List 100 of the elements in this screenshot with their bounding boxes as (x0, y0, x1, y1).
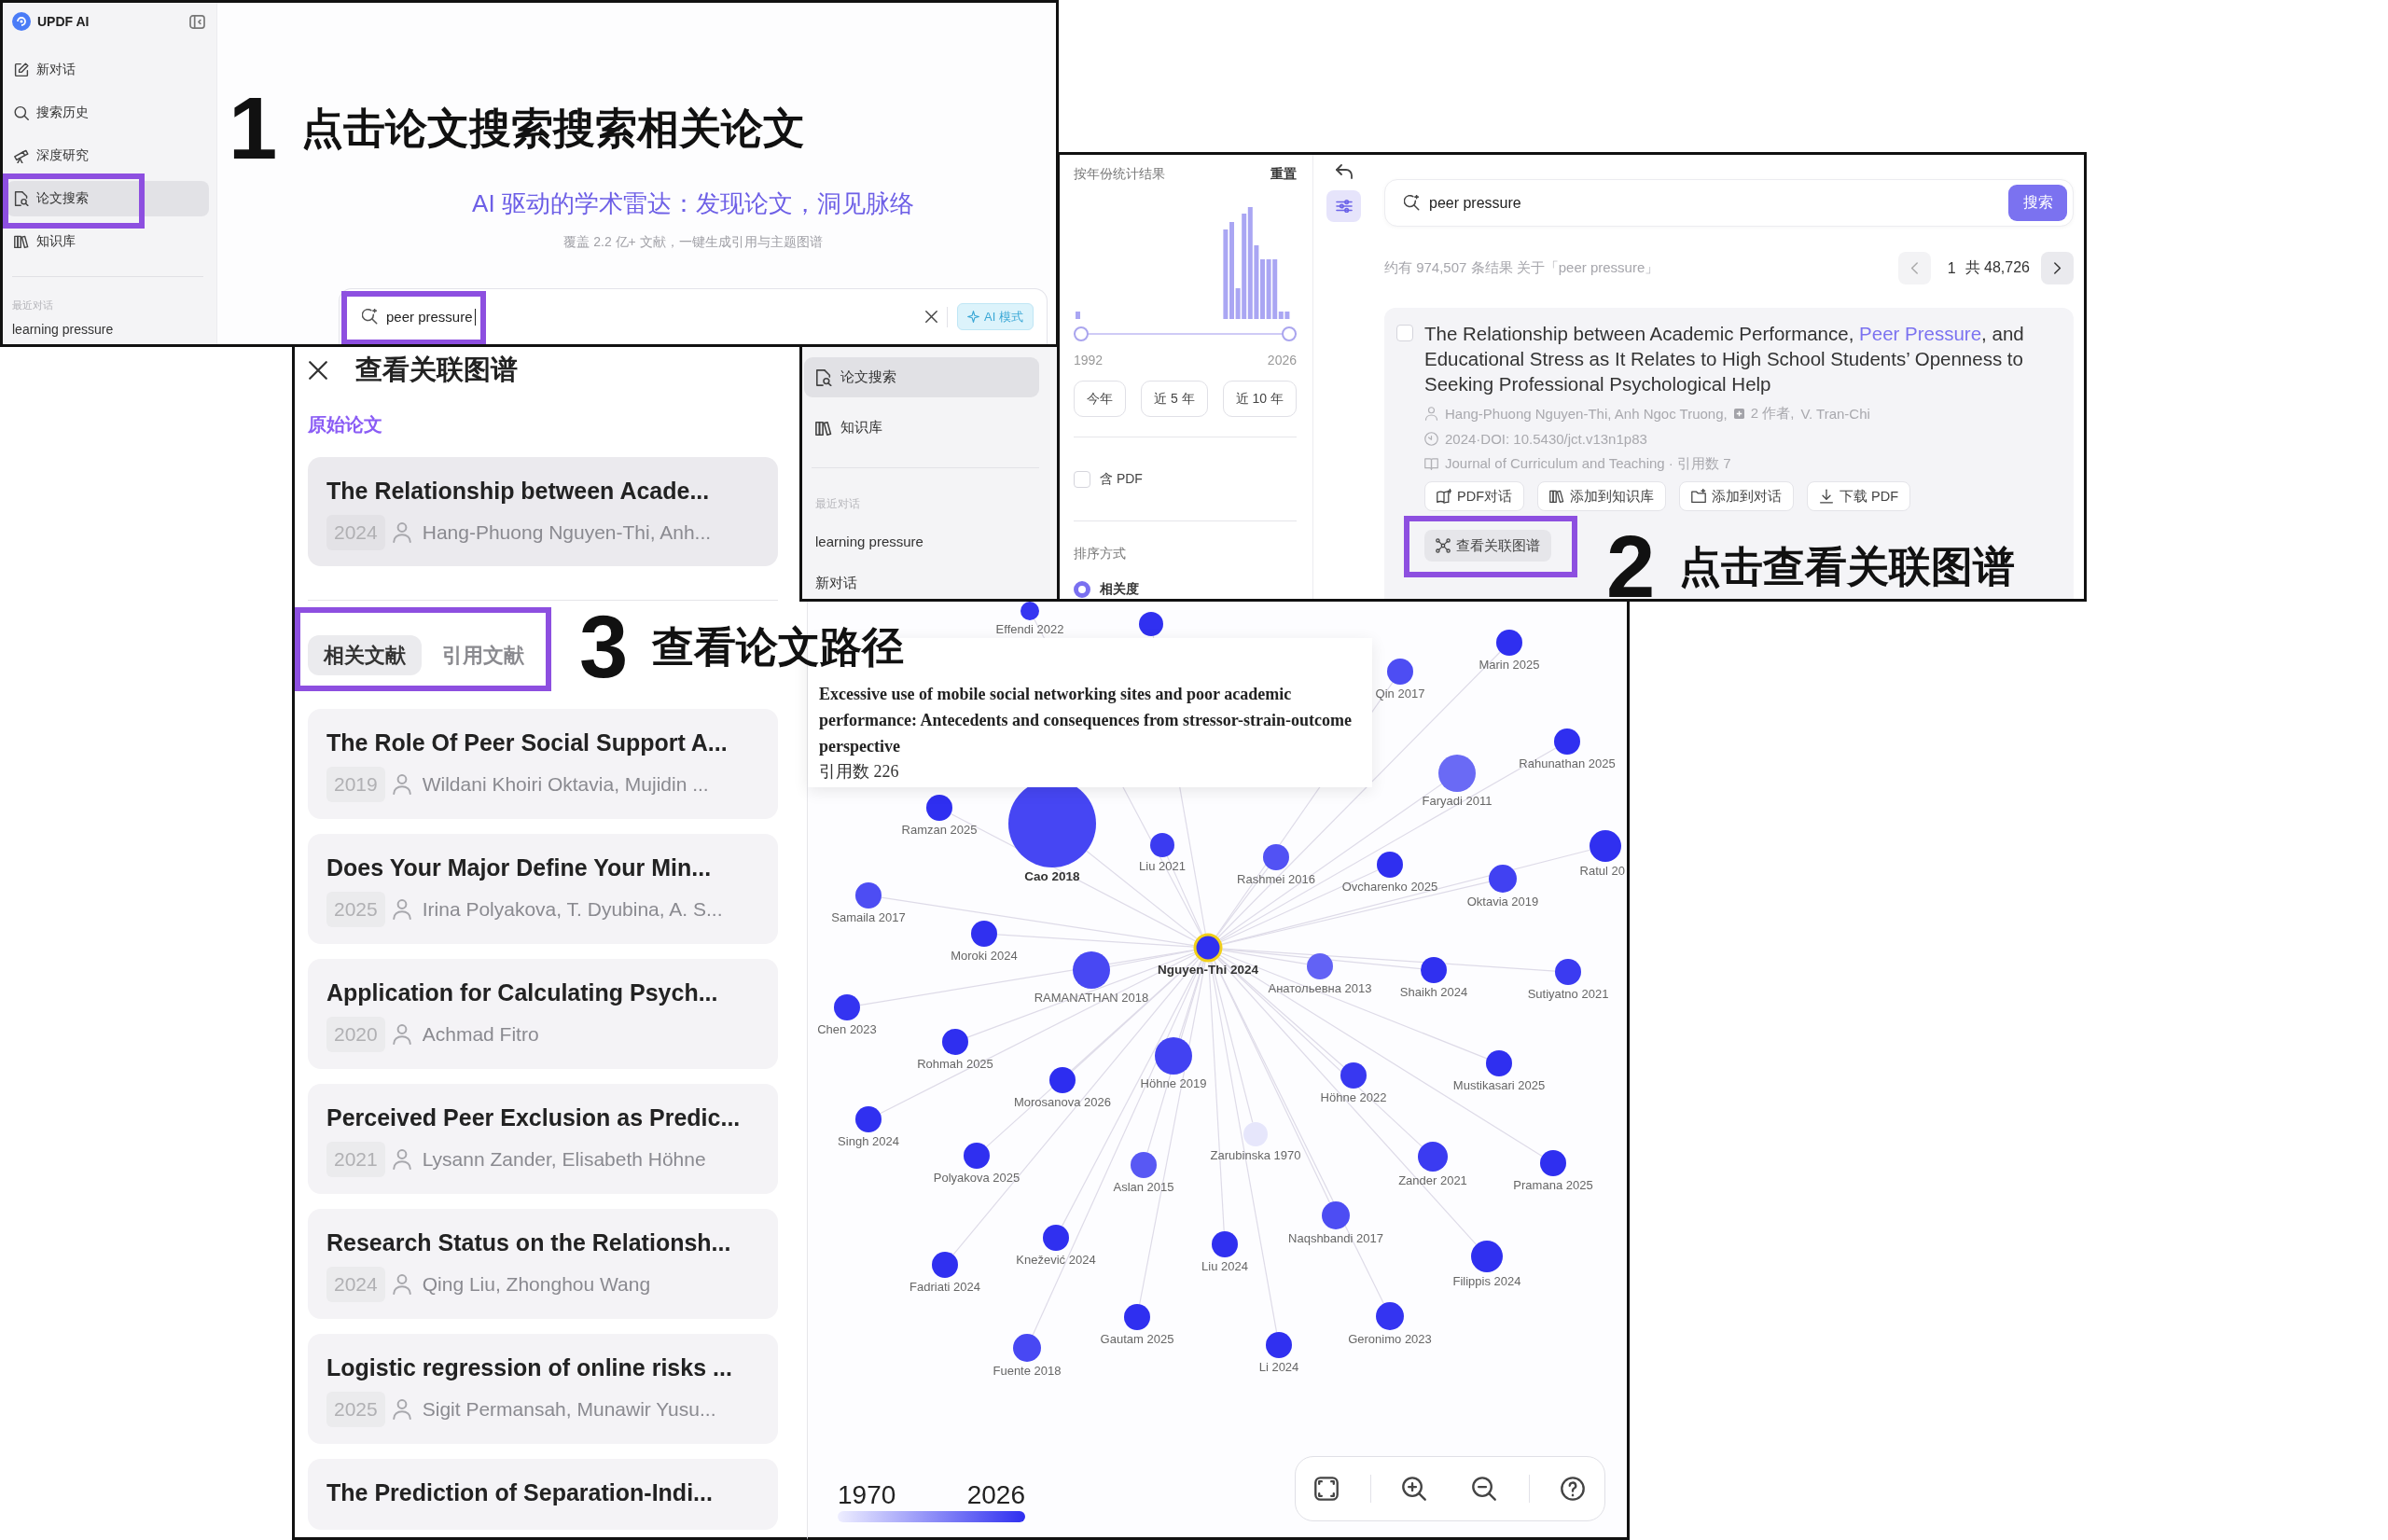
checkbox[interactable] (1074, 471, 1090, 488)
zoom-out-icon[interactable] (1472, 1477, 1496, 1501)
graph-node[interactable] (1590, 830, 1621, 862)
checkbox[interactable] (1396, 325, 1413, 341)
edit-icon (14, 62, 29, 77)
graph-node[interactable] (1155, 1037, 1192, 1075)
paper-card[interactable]: Research Status on the Relationsh... 2024 Qing Liu, Zhonghou Wang (308, 1209, 778, 1319)
paper-card[interactable]: Perceived Peer Exclusion as Predic... 2021 Lysann Zander, Elisabeth Höhne (308, 1084, 778, 1194)
graph-node[interactable] (1554, 728, 1580, 755)
graph-node[interactable] (1020, 602, 1039, 620)
user-icon (392, 899, 411, 920)
sidebar-item[interactable]: 知识库 (804, 408, 1039, 448)
graph-node[interactable] (1073, 951, 1110, 989)
graph-node[interactable] (1489, 865, 1517, 893)
graph-node[interactable] (1263, 844, 1289, 870)
graph-node[interactable] (855, 882, 882, 909)
sidebar-item[interactable]: 深度研究 (7, 138, 209, 173)
recent-chat-item[interactable]: learning pressure (12, 320, 209, 339)
slider-handle[interactable] (1074, 326, 1089, 341)
reset-button[interactable]: 重置 (1270, 166, 1297, 183)
sidebar-item[interactable]: 搜索历史 (7, 95, 209, 131)
sidebar-item[interactable]: 新对话 (7, 52, 209, 88)
action-button[interactable]: 下载 PDF (1807, 481, 1911, 511)
paper-card[interactable]: The Role Of Peer Social Support A... 2019 Wildani Khoiri Oktavia, Mujidin ... (308, 709, 778, 819)
sidebar-toggle-icon[interactable] (189, 14, 205, 29)
paper-card[interactable]: Application for Calculating Psych... 2020 Achmad Fitro (308, 959, 778, 1069)
sidebar-item[interactable]: 论文搜索 (804, 357, 1039, 397)
help-icon[interactable] (1561, 1477, 1585, 1501)
fit-screen-icon[interactable] (1314, 1477, 1339, 1501)
graph-node[interactable] (1471, 1241, 1503, 1272)
view-graph-button[interactable]: 查看关联图谱 (1424, 530, 1551, 562)
sliders-icon (1335, 199, 1353, 214)
graph-node[interactable] (834, 994, 860, 1020)
user-icon (392, 774, 411, 795)
graph-node[interactable] (1540, 1150, 1566, 1176)
undo-icon[interactable] (1335, 164, 1353, 179)
close-icon[interactable] (925, 311, 938, 323)
paper-title: Perceived Peer Exclusion as Predic... (326, 1103, 742, 1132)
sort-title: 排序方式 (1074, 545, 1127, 562)
graph-node[interactable] (1243, 1122, 1268, 1146)
graph-node[interactable] (1266, 1332, 1292, 1358)
graph-node[interactable] (1322, 1201, 1350, 1229)
graph-node[interactable] (1496, 630, 1522, 656)
graph-node[interactable] (1421, 957, 1447, 983)
graph-node[interactable] (1131, 1152, 1157, 1178)
graph-node[interactable] (1212, 1231, 1238, 1257)
graph-node[interactable] (1387, 659, 1413, 685)
graph-node[interactable] (942, 1029, 968, 1055)
action-button[interactable]: PDF对话 (1424, 481, 1524, 511)
search-button[interactable]: 搜索 (2008, 185, 2067, 221)
graph-node[interactable] (926, 795, 952, 821)
recent-chat-item[interactable]: 新对话 (804, 573, 1039, 593)
graph-node[interactable] (1418, 1142, 1448, 1172)
sidebar-item[interactable]: 知识库 (7, 224, 209, 259)
graph-node[interactable] (964, 1143, 990, 1169)
node-label: Morosanova 2026 (1013, 1095, 1112, 1109)
graph-node[interactable] (1049, 1067, 1076, 1093)
paper-card[interactable]: The Prediction of Separation-Indi... (308, 1459, 778, 1530)
step-caption: 点击查看关联图谱 (1679, 542, 2016, 592)
close-icon[interactable] (309, 361, 327, 380)
graph-node[interactable] (1438, 755, 1476, 792)
paper-card[interactable]: Logistic regression of online risks ... 2025 Sigit Permansah, Munawir Yusu... (308, 1334, 778, 1444)
graph-node[interactable] (1340, 1062, 1367, 1089)
author-names: Qing Liu, Zhonghou Wang (422, 1273, 651, 1296)
radio-button[interactable] (1074, 581, 1090, 598)
search-field[interactable]: peer pressure 搜索 (1384, 179, 2074, 227)
graph-node[interactable] (1376, 1302, 1404, 1330)
graph-node[interactable] (855, 1106, 882, 1132)
section-label: 最近对话 (814, 496, 861, 511)
paper-title[interactable]: The Relationship between Academic Performance, Peer Pressure, and Educational Stress as It Relates to High School Students’ Openness to Seeking Professional Psychological Help (1424, 321, 2045, 396)
graph-node[interactable] (1555, 959, 1581, 985)
action-button[interactable]: 添加到知识库 (1537, 481, 1666, 511)
year-range-button[interactable]: 今年 (1074, 381, 1126, 417)
sidebar-item[interactable]: 论文搜索 (7, 181, 209, 216)
graph-node[interactable] (1139, 612, 1163, 636)
step-caption: 点击论文搜索搜索相关论文 (301, 104, 806, 154)
app-name: UPDF AI (37, 14, 90, 29)
paper-card[interactable]: Does Your Major Define Your Min... 2025 Irina Polyakova, T. Dyubina, A. S... (308, 834, 778, 944)
filter-toggle-button[interactable] (1326, 190, 1361, 222)
graph-node[interactable] (1013, 1334, 1041, 1362)
recent-chat-item[interactable]: learning pressure (804, 532, 1039, 552)
year-range-button[interactable]: 近 5 年 (1141, 381, 1208, 417)
year-range-button[interactable]: 近 10 年 (1222, 381, 1297, 417)
graph-node[interactable] (1150, 833, 1174, 857)
node-label: Liu 2021 (1139, 859, 1186, 873)
graph-node[interactable] (1193, 933, 1223, 963)
tab[interactable]: 相关文献 (308, 635, 422, 675)
graph-node[interactable] (1043, 1225, 1069, 1251)
slider-handle[interactable] (1282, 326, 1297, 341)
graph-node[interactable] (1377, 852, 1403, 878)
search-field[interactable]: peer pressure AI 模式 (339, 288, 1048, 344)
paper-title: The Role Of Peer Social Support A... (326, 728, 729, 757)
graph-node[interactable] (1307, 953, 1333, 979)
zoom-in-icon[interactable] (1402, 1477, 1426, 1501)
action-button[interactable]: 添加到对话 (1679, 481, 1794, 511)
author-names: Hang-Phuong Nguyen-Thi, Anh... (422, 521, 712, 544)
graph-node[interactable] (1486, 1050, 1512, 1076)
graph-node[interactable] (932, 1252, 958, 1278)
graph-node[interactable] (971, 921, 997, 947)
graph-node[interactable] (1124, 1304, 1150, 1330)
